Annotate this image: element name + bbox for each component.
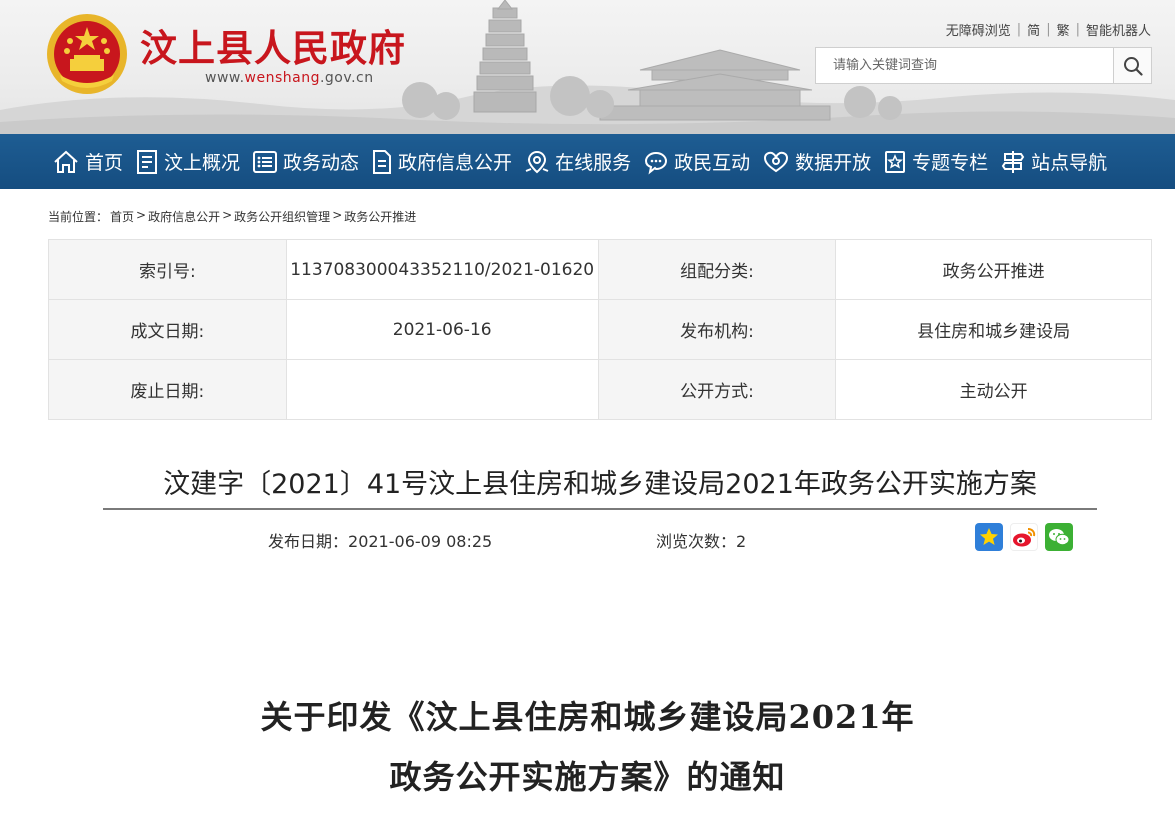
search-icon: [1123, 56, 1143, 76]
search-button[interactable]: [1113, 48, 1151, 83]
disclosure-method-value: 主动公开: [835, 359, 1152, 420]
nav-item-site-nav[interactable]: 站点导航: [1000, 134, 1107, 189]
nav-label: 数据开放: [795, 152, 872, 174]
nav-item-online-service[interactable]: 在线服务: [524, 134, 631, 189]
expiry-date-value: [285, 359, 599, 420]
nav-label: 在线服务: [555, 152, 632, 174]
nav-label: 政务动态: [283, 152, 360, 174]
document-list-icon: [137, 149, 158, 174]
breadcrumb-item-info-disclosure[interactable]: 政府信息公开: [148, 208, 220, 225]
site-url-suffix: .gov.cn: [319, 70, 374, 86]
written-date-value: 2021-06-16: [285, 299, 599, 360]
document-info-table: 索引号: 113708300043352110/2021-01620 组配分类:…: [48, 239, 1152, 420]
nav-item-overview[interactable]: 汶上概况: [135, 134, 240, 189]
home-icon: [54, 150, 78, 173]
nav-item-interaction[interactable]: 政民互动: [643, 134, 750, 189]
breadcrumb: 当前位置： 首页 > 政府信息公开 > 政务公开组织管理 > 政务公开推进: [48, 208, 417, 225]
top-links: 无障碍浏览 | 简 | 繁 | 智能机器人: [945, 20, 1151, 39]
nav-item-topics[interactable]: 专题专栏: [883, 134, 988, 189]
issuing-agency-label: 发布机构:: [597, 299, 837, 360]
publish-date-label: 发布日期：: [268, 532, 349, 551]
category-label: 组配分类:: [597, 239, 837, 300]
site-header: 汶上县人民政府 www.wenshang.gov.cn 无障碍浏览 | 简 | …: [0, 0, 1175, 134]
nav-label: 汶上概况: [164, 152, 241, 174]
data-icon: [764, 151, 789, 172]
star-badge-icon: [885, 150, 906, 173]
written-date-label: 成文日期:: [48, 299, 287, 360]
share-bar: [975, 523, 1080, 551]
view-count-label: 浏览次数：: [656, 532, 737, 551]
share-qzone-button[interactable]: [975, 523, 1003, 551]
breadcrumb-prefix: 当前位置：: [48, 210, 109, 224]
search-box: [815, 47, 1152, 84]
table-row: 成文日期: 2021-06-16 发布机构: 县住房和城乡建设局: [48, 299, 1152, 360]
nav-label: 专题专栏: [912, 152, 989, 174]
nav-item-info-disclosure[interactable]: 政府信息公开: [371, 134, 512, 189]
breadcrumb-item-home[interactable]: 首页: [110, 208, 134, 225]
location-pin-icon: [525, 150, 549, 173]
site-url-prefix: www.: [205, 70, 245, 86]
wechat-icon: [1049, 529, 1070, 546]
site-url: www.wenshang.gov.cn: [205, 70, 374, 86]
expiry-date-label: 废止日期:: [48, 359, 287, 420]
category-value: 政务公开推进: [835, 239, 1152, 300]
national-emblem-logo: [47, 14, 127, 94]
qzone-star-icon: [980, 528, 998, 545]
list-icon: [253, 150, 278, 173]
weibo-icon: [1013, 528, 1036, 547]
nav-item-home[interactable]: 首页: [52, 134, 123, 189]
accessibility-link[interactable]: 无障碍浏览: [946, 20, 1011, 39]
disclosure-method-label: 公开方式:: [597, 359, 837, 420]
nav-label: 站点导航: [1031, 152, 1108, 174]
main-nav: 首页 汶上概况 政务动态 政府信息公开 在线服务 政民互动 数据开放 专题专栏 …: [0, 134, 1175, 189]
site-url-domain: wenshang: [244, 70, 320, 86]
nav-item-news[interactable]: 政务动态: [252, 134, 359, 189]
table-row: 废止日期: 公开方式: 主动公开: [48, 359, 1152, 420]
signpost-icon: [1001, 150, 1025, 173]
file-icon: [373, 149, 392, 174]
view-count-value: 2: [736, 532, 747, 551]
simplified-chinese-link[interactable]: 简: [1027, 20, 1040, 39]
publish-date-value: 2021-06-09 08:25: [348, 532, 493, 551]
nav-label: 政民互动: [674, 152, 751, 174]
index-number-label: 索引号:: [48, 239, 287, 300]
nav-label: 首页: [85, 152, 124, 174]
publish-date: 发布日期：2021-06-09 08:25: [268, 528, 492, 552]
smart-robot-link[interactable]: 智能机器人: [1086, 20, 1151, 39]
share-wechat-button[interactable]: [1045, 523, 1073, 551]
breadcrumb-item-promotion[interactable]: 政务公开推进: [344, 208, 416, 225]
title-divider: [103, 508, 1097, 510]
share-weibo-button[interactable]: [1010, 523, 1038, 551]
site-title: 汶上县人民政府: [140, 27, 406, 70]
nav-item-data-open[interactable]: 数据开放: [762, 134, 871, 189]
traditional-chinese-link[interactable]: 繁: [1057, 20, 1070, 39]
search-input[interactable]: [816, 48, 1114, 83]
issuing-agency-value: 县住房和城乡建设局: [835, 299, 1152, 360]
breadcrumb-item-org-management[interactable]: 政务公开组织管理: [234, 208, 330, 225]
view-count: 浏览次数：2: [656, 528, 746, 552]
document-heading-line-1: 关于印发《汶上县住房和城乡建设局2021年: [260, 698, 915, 736]
document-heading-line-2: 政务公开实施方案》的通知: [389, 758, 786, 796]
table-row: 索引号: 113708300043352110/2021-01620 组配分类:…: [48, 239, 1152, 300]
chat-bubble-icon: [645, 151, 668, 174]
nav-label: 政府信息公开: [398, 152, 513, 174]
article-title: 汶建字〔2021〕41号汶上县住房和城乡建设局2021年政务公开实施方案: [163, 469, 1037, 500]
index-number-value: 113708300043352110/2021-01620: [285, 239, 599, 300]
